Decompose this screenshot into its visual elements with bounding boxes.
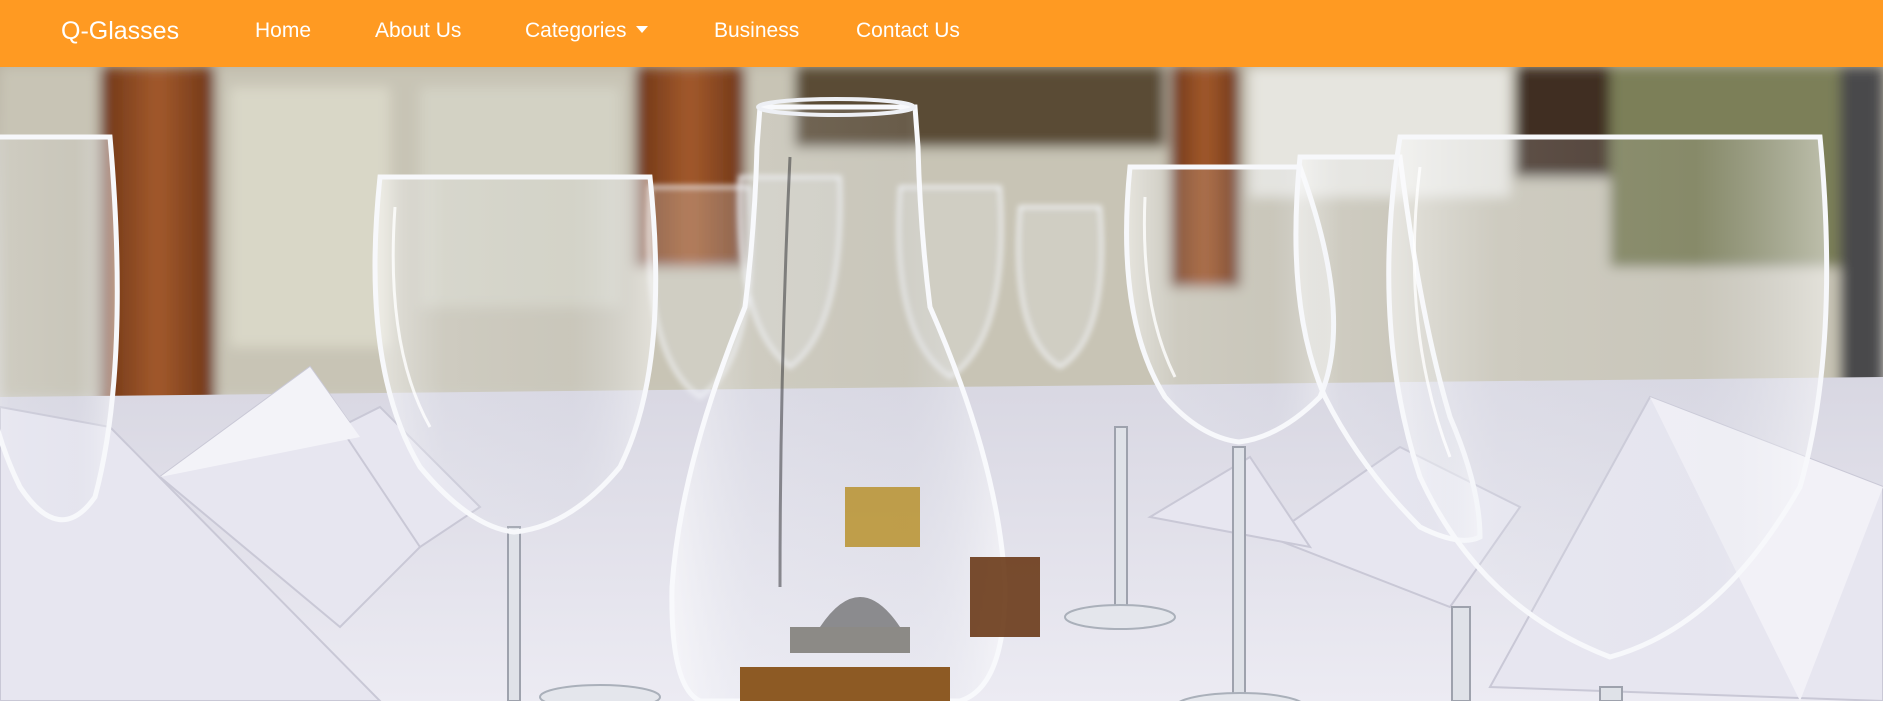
nav-home[interactable]: Home bbox=[255, 16, 311, 46]
top-navbar: Q-Glasses Home About Us Categories Busin… bbox=[0, 0, 1883, 67]
hero-image bbox=[0, 67, 1883, 701]
nav-contact-us[interactable]: Contact Us bbox=[856, 16, 960, 46]
brand-logo[interactable]: Q-Glasses bbox=[61, 14, 179, 48]
nav-categories-dropdown[interactable]: Categories bbox=[525, 16, 648, 46]
nav-business[interactable]: Business bbox=[714, 16, 799, 46]
nav-categories-label: Categories bbox=[525, 19, 627, 42]
nav-about-us[interactable]: About Us bbox=[375, 16, 461, 46]
wine-glasses-photo bbox=[0, 67, 1883, 701]
caret-down-icon bbox=[635, 26, 648, 33]
